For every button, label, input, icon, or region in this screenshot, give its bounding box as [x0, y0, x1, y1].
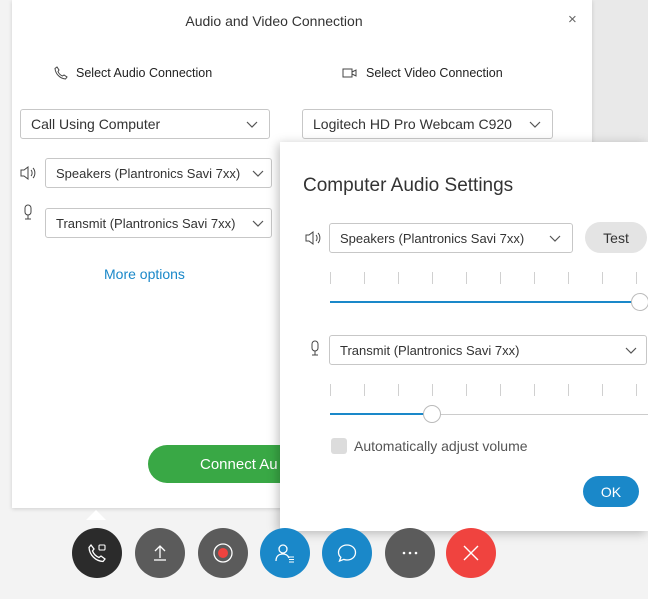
phone-icon	[88, 543, 106, 563]
chat-bubble-icon	[337, 544, 357, 563]
audio-connection-button[interactable]	[72, 528, 122, 578]
speaker-icon	[20, 166, 36, 180]
chevron-down-icon	[246, 121, 258, 128]
video-device-select[interactable]: Logitech HD Pro Webcam C920	[302, 109, 553, 139]
participants-button[interactable]	[260, 528, 310, 578]
share-button[interactable]	[135, 528, 185, 578]
panel-speaker-select[interactable]: Speakers (Plantronics Savi 7xx)	[329, 223, 573, 253]
speaker-value: Speakers (Plantronics Savi 7xx)	[56, 165, 241, 181]
chat-button[interactable]	[322, 528, 372, 578]
panel-mic-select[interactable]: Transmit (Plantronics Savi 7xx)	[329, 335, 647, 365]
speaker-volume-slider-handle[interactable]	[631, 293, 648, 311]
camera-icon	[342, 68, 357, 78]
mic-select[interactable]: Transmit (Plantronics Savi 7xx)	[45, 208, 272, 238]
mic-volume-fill	[330, 413, 432, 415]
audio-connection-select[interactable]: Call Using Computer	[20, 109, 270, 139]
video-connection-heading: Select Video Connection	[342, 66, 503, 80]
toolbar-pointer	[86, 510, 106, 520]
audio-connection-heading: Select Audio Connection	[54, 66, 212, 80]
ok-button[interactable]: OK	[583, 476, 639, 507]
upload-icon	[154, 545, 166, 561]
video-device-value: Logitech HD Pro Webcam C920	[313, 116, 512, 132]
phone-icon	[54, 66, 68, 80]
video-heading-label: Select Video Connection	[366, 66, 503, 80]
participants-icon	[275, 544, 294, 563]
dialog-title: Audio and Video Connection	[185, 13, 363, 29]
mic-volume-slider-handle[interactable]	[423, 405, 441, 423]
audio-connection-value: Call Using Computer	[31, 116, 161, 132]
test-speaker-button[interactable]: Test	[585, 222, 647, 253]
mic-value: Transmit (Plantronics Savi 7xx)	[56, 215, 236, 231]
auto-adjust-label: Automatically adjust volume	[354, 438, 528, 454]
mic-volume-ticks	[330, 384, 648, 396]
chevron-down-icon	[625, 347, 637, 354]
chevron-down-icon	[252, 170, 264, 177]
panel-speaker-value: Speakers (Plantronics Savi 7xx)	[340, 230, 525, 246]
chevron-down-icon	[549, 235, 561, 242]
microphone-icon	[311, 340, 319, 356]
auto-adjust-checkbox[interactable]	[331, 438, 347, 454]
audio-heading-label: Select Audio Connection	[76, 66, 213, 80]
record-button[interactable]	[198, 528, 248, 578]
chevron-down-icon	[252, 220, 264, 227]
close-icon[interactable]: ×	[568, 11, 577, 28]
ellipsis-icon	[402, 551, 418, 555]
microphone-icon	[24, 204, 32, 220]
more-button[interactable]	[385, 528, 435, 578]
record-icon	[213, 543, 233, 563]
chevron-down-icon	[529, 121, 541, 128]
speaker-icon	[305, 231, 321, 245]
panel-mic-value: Transmit (Plantronics Savi 7xx)	[340, 342, 520, 358]
speaker-volume-fill	[330, 301, 640, 303]
speaker-select[interactable]: Speakers (Plantronics Savi 7xx)	[45, 158, 272, 188]
speaker-volume-ticks	[330, 272, 648, 284]
more-options-link[interactable]: More options	[104, 266, 185, 282]
panel-title: Computer Audio Settings	[303, 175, 514, 196]
computer-audio-settings-panel: Computer Audio Settings Speakers (Plantr…	[280, 142, 648, 531]
leave-meeting-button[interactable]	[446, 528, 496, 578]
close-icon	[463, 545, 479, 561]
